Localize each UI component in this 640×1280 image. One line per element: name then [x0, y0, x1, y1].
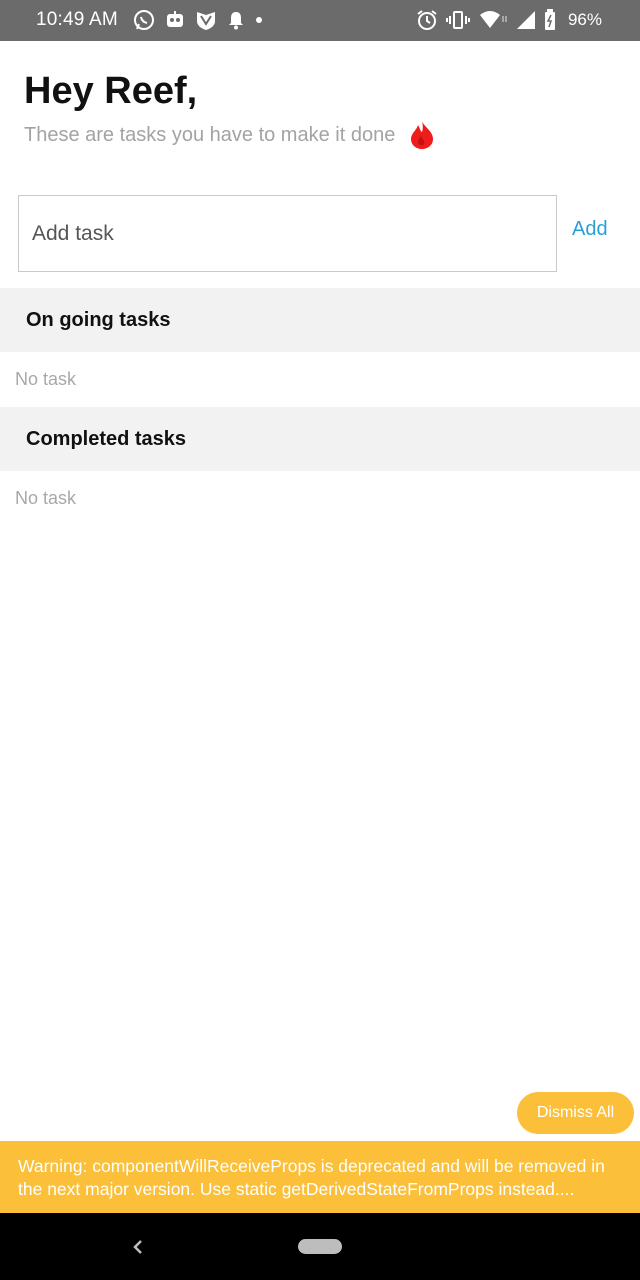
completed-empty-text: No task [15, 488, 77, 508]
warning-banner[interactable]: Warning: componentWillReceiveProps is de… [0, 1141, 640, 1213]
wifi-icon [478, 10, 508, 30]
status-time: 10:49 AM [36, 9, 118, 30]
flame-icon [409, 120, 435, 150]
subtitle-text: These are tasks you have to make it done [24, 123, 396, 146]
ongoing-tasks-header: On going tasks [0, 288, 640, 352]
signal-icon [516, 10, 536, 30]
completed-tasks-title: Completed tasks [26, 427, 187, 450]
app-screen: 10:49 AM 96% Hey Reef, These are tasks y… [0, 0, 640, 1280]
dot-icon [255, 16, 263, 24]
status-left-icons [133, 8, 263, 32]
alarm-icon [416, 9, 438, 31]
add-task-button[interactable]: Add [572, 218, 608, 241]
vibrate-icon [445, 10, 470, 30]
whatsapp-icon [133, 9, 155, 31]
warning-message: Warning: componentWillReceiveProps is de… [18, 1156, 605, 1199]
system-nav-bar [0, 1213, 640, 1280]
completed-tasks-header: Completed tasks [0, 407, 640, 471]
dismiss-all-button[interactable]: Dismiss All [517, 1092, 634, 1134]
home-pill-icon[interactable] [298, 1239, 342, 1254]
status-right-icons: 96% [416, 8, 602, 32]
vpn-shield-icon [195, 9, 217, 31]
battery-percent: 96% [567, 10, 602, 29]
back-chevron-icon[interactable] [128, 1235, 148, 1259]
battery-icon [544, 9, 556, 31]
ongoing-tasks-title: On going tasks [26, 308, 171, 331]
add-task-input[interactable] [18, 195, 557, 272]
ongoing-empty-text: No task [15, 369, 77, 389]
notification-bell-icon [227, 10, 245, 30]
robot-app-icon [165, 10, 185, 30]
greeting-title: Hey Reef, [24, 70, 198, 112]
subtitle-row: These are tasks you have to make it done [24, 120, 435, 150]
status-bar: 10:49 AM 96% [0, 0, 640, 41]
